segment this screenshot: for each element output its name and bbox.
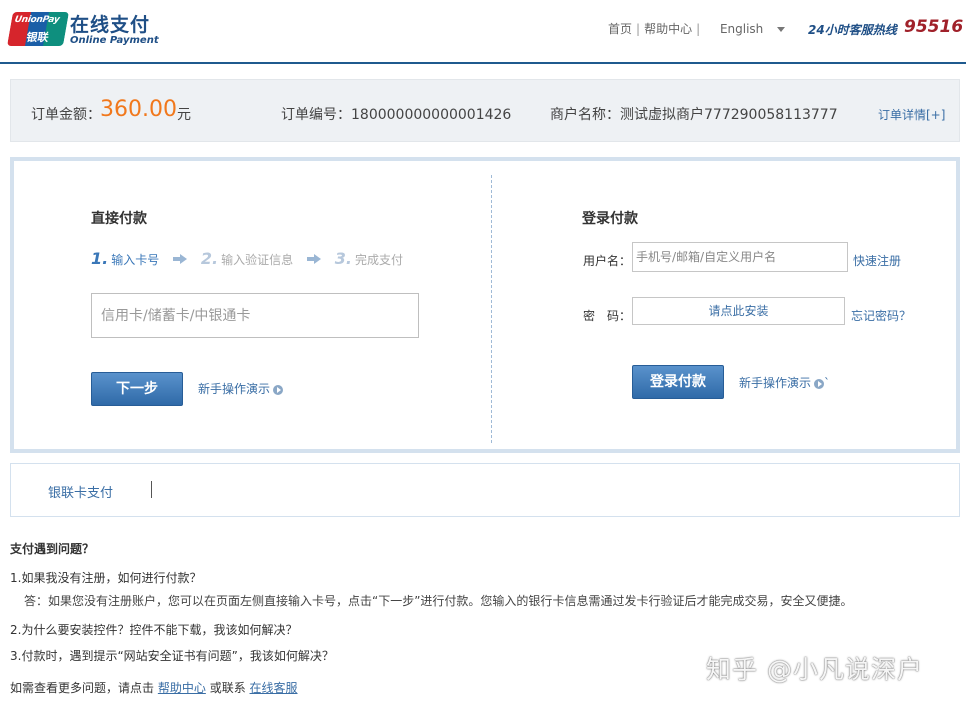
order-number: 订单编号：180000000000001426 <box>281 107 512 123</box>
payment-panel-inner: 直接付款 1.输入卡号 2.输入验证信息 3.完成支付 下一步 新手操作演示 登… <box>14 161 956 449</box>
pay-steps: 1. 输入卡号 2. 输入验证信息 3. 完成支付 <box>91 249 403 268</box>
play-icon <box>273 384 284 395</box>
help-center-link[interactable]: 帮助中心 <box>158 681 206 695</box>
faq-title: 支付遇到问题？ <box>10 542 95 556</box>
forgot-password-link[interactable]: 忘记密码？ <box>851 307 911 324</box>
payment-panel: 直接付款 1.输入卡号 2.输入验证信息 3.完成支付 下一步 新手操作演示 登… <box>10 157 960 453</box>
install-password-control[interactable]: 请点此安装 <box>632 297 845 325</box>
currency-label: 元 <box>177 107 191 123</box>
nav-separator: | <box>696 22 701 36</box>
panel-divider <box>491 175 492 443</box>
login-tutorial-demo-label: 新手操作演示 <box>739 376 812 390</box>
hotline-label: 24小时客服热线 <box>808 23 897 37</box>
nav-help-link[interactable]: 帮助中心 <box>644 22 692 36</box>
logo-text-en: UnionPay <box>13 15 61 25</box>
order-summary-bar: 订单金额： 360.00 元 订单编号：180000000000001426 商… <box>10 79 960 142</box>
login-pay-title: 登录付款 <box>582 211 638 227</box>
login-tutorial-demo-link[interactable]: 新手操作演示 ` <box>739 374 830 391</box>
chevron-down-icon[interactable] <box>777 27 786 32</box>
order-detail-link[interactable]: 订单详情[+] <box>878 106 945 123</box>
order-amount: 360.00 <box>100 97 177 122</box>
tab-unionpay-card[interactable]: 银联卡支付 <box>48 482 113 501</box>
top-nav: 首页 | 帮助中心 | English <box>608 20 786 37</box>
unionpay-logo-icon: UnionPay 银联 <box>7 12 69 46</box>
language-selector[interactable]: English <box>720 22 763 36</box>
amount-label: 订单金额： <box>31 107 101 123</box>
tutorial-demo-label: 新手操作演示 <box>198 382 271 396</box>
step-1: 1. 输入卡号 <box>91 249 160 268</box>
faq-answer-1: 答：如果您没有注册账户，您可以在页面左侧直接输入卡号，点击“下一步”进行付款。您… <box>24 594 853 608</box>
faq-question-1: 1.如果我没有注册，如何进行付款？ <box>10 571 202 585</box>
online-service-link[interactable]: 在线客服 <box>250 681 298 695</box>
tutorial-demo-link[interactable]: 新手操作演示 <box>198 380 284 397</box>
step-2: 2. 输入验证信息 <box>200 249 294 268</box>
password-label: 密 码： <box>583 309 632 323</box>
username-label: 用户名： <box>583 254 632 268</box>
hotline-number: 95516 <box>904 17 964 37</box>
payment-method-tabs: 银联卡支付 <box>10 463 960 517</box>
arrow-right-icon <box>173 253 188 264</box>
brand-title-cn: 在线支付 <box>70 14 151 36</box>
logo-text-cn: 银联 <box>25 31 50 44</box>
nav-home-link[interactable]: 首页 <box>608 22 632 36</box>
tab-separator <box>151 481 152 498</box>
step-3: 3. 完成支付 <box>334 249 404 268</box>
site-header: UnionPay 银联 在线支付 Online Payment 首页 | 帮助中心 |… <box>0 0 966 64</box>
nav-separator: | <box>636 22 641 36</box>
faq-more-help: 如需查看更多问题，请点击 帮助中心 或联系 在线客服 <box>10 679 298 696</box>
unionpay-logo[interactable]: UnionPay 银联 <box>7 12 69 48</box>
more-help-middle: 或联系 <box>209 681 246 695</box>
merchant-name: 商户名称：测试虚拟商户777290058113777 <box>550 107 838 123</box>
quick-register-link[interactable]: 快速注册 <box>853 252 901 269</box>
brand-title-en: Online Payment <box>70 35 159 46</box>
login-pay-button[interactable]: 登录付款 <box>632 365 724 399</box>
arrow-right-icon <box>306 253 321 264</box>
faq-question-3: 3.付款时，遇到提示“网站安全证书有问题”，我该如何解决？ <box>10 649 334 663</box>
stray-mark: ` <box>824 376 831 390</box>
play-icon <box>814 378 825 389</box>
faq-question-2: 2.为什么要安装控件？控件不能下载，我该如何解决？ <box>10 623 298 637</box>
card-number-input[interactable] <box>91 293 419 338</box>
username-input[interactable] <box>632 242 848 272</box>
watermark: 知乎 @小凡说深户 <box>706 655 923 684</box>
more-help-prefix: 如需查看更多问题，请点击 <box>10 681 155 695</box>
direct-pay-title: 直接付款 <box>91 211 147 227</box>
next-step-button[interactable]: 下一步 <box>91 372 183 406</box>
